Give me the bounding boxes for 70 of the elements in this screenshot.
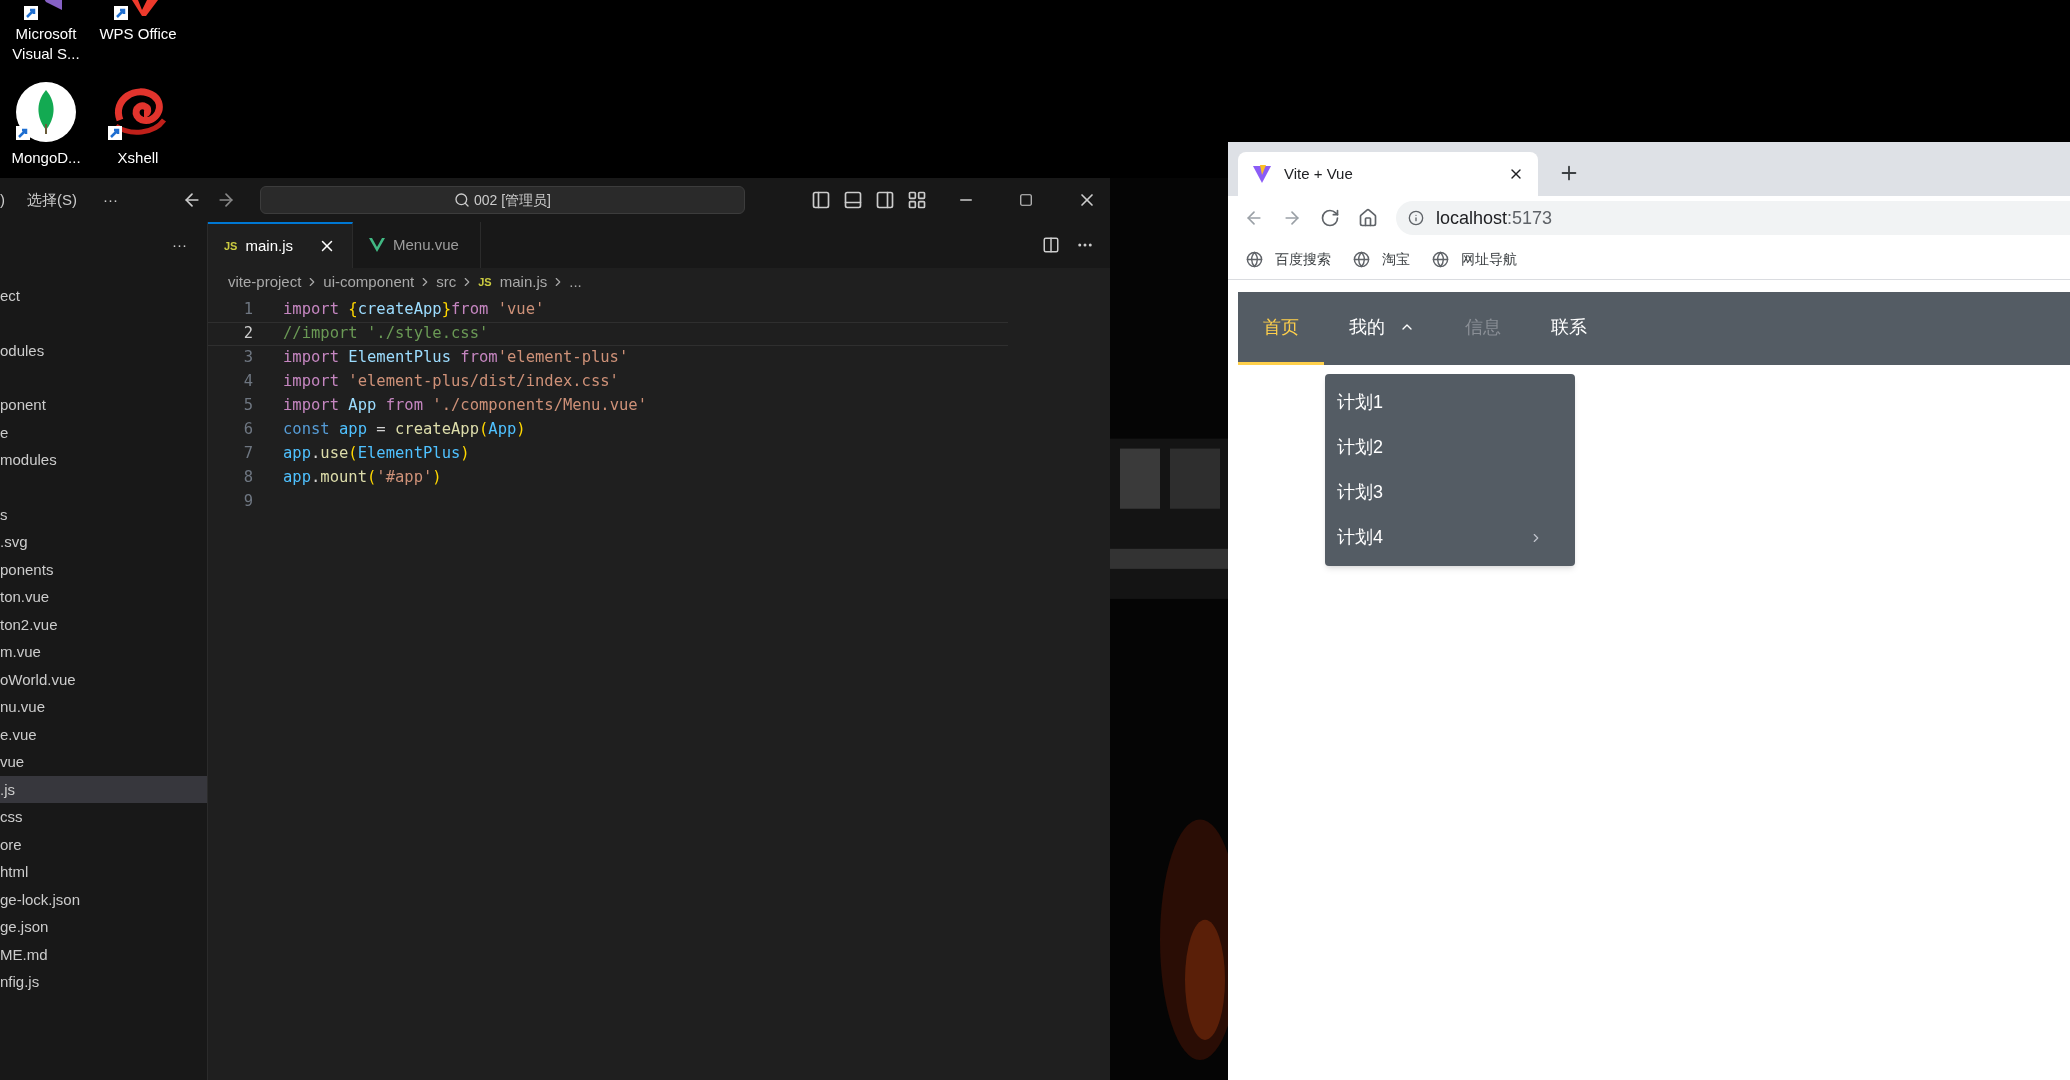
desktop-icon-label[interactable]: Microsoft Visual S... <box>2 24 90 64</box>
breadcrumb-item[interactable]: main.js <box>499 270 548 294</box>
desktop-icon-label[interactable]: Xshell <box>117 148 159 168</box>
line-number: 1 <box>242 299 253 321</box>
desktop-icon-label[interactable]: WPS Office <box>99 24 177 44</box>
file-tree-item[interactable]: oWorld.vue <box>0 665 207 693</box>
dropdown-item[interactable]: 计划1 <box>1325 380 1575 425</box>
js-file-icon: JS <box>224 237 238 255</box>
line-number: 7 <box>242 443 253 465</box>
line-number: 2 <box>242 323 253 345</box>
file-tree-item[interactable]: m.vue <box>0 638 207 666</box>
code-line: app.mount('#app') <box>283 467 442 489</box>
code-line: //import './style.css' <box>283 323 489 345</box>
editor-tab[interactable]: JS main.js <box>208 222 353 268</box>
browser-tab[interactable]: Vite + Vue <box>1238 152 1538 196</box>
code-line: import App from './components/Menu.vue' <box>283 395 647 417</box>
file-tree-item[interactable]: ect <box>0 282 207 310</box>
file-tree-item[interactable]: css <box>0 803 207 831</box>
breadcrumb-item[interactable]: ... <box>569 270 582 294</box>
file-tree-item[interactable]: vue <box>0 748 207 776</box>
file-tree-item[interactable]: e <box>0 418 207 446</box>
breadcrumb-item[interactable]: ui-component <box>323 270 415 294</box>
file-tree-item[interactable]: ton.vue <box>0 583 207 611</box>
bookmark[interactable]: 网址导航 <box>1432 249 1517 270</box>
file-tree-item[interactable]: .svg <box>0 528 207 556</box>
bookmark[interactable]: 百度搜索 <box>1246 249 1331 270</box>
desktop-icon-label[interactable]: MongoD... <box>11 148 81 168</box>
file-tree-item[interactable]: s <box>0 500 207 528</box>
address-bar[interactable]: localhost:5173 <box>1396 201 2070 235</box>
file-tree-item[interactable]: modules <box>0 446 207 474</box>
line-number: 3 <box>242 347 253 369</box>
bookmark[interactable]: 淘宝 <box>1353 249 1410 270</box>
file-tree-item[interactable]: odules <box>0 336 207 364</box>
line-number: 5 <box>242 395 253 417</box>
file-tree-item[interactable]: ponents <box>0 555 207 583</box>
code-line: app.use(ElementPlus) <box>283 443 470 465</box>
line-number: 6 <box>242 419 253 441</box>
menu-item[interactable]: 选择(S) <box>27 188 77 212</box>
js-file-icon: JS <box>478 273 492 291</box>
menu-item[interactable]: 首页 <box>1238 292 1324 365</box>
file-tree-item[interactable]: ME.md <box>0 940 207 968</box>
line-number: 8 <box>242 467 253 489</box>
code-line: import 'element-plus/dist/index.css' <box>283 371 619 393</box>
file-tree-item[interactable]: html <box>0 858 207 886</box>
file-tree-item[interactable]: ge-lock.json <box>0 885 207 913</box>
code-line: import {createApp}from 'vue' <box>283 299 545 321</box>
file-tree-item[interactable]: ton2.vue <box>0 610 207 638</box>
line-number: 9 <box>242 491 253 513</box>
command-center[interactable]: 002 [管理员] <box>260 186 745 214</box>
editor-tab[interactable]: Menu.vue <box>353 222 481 268</box>
dropdown-item[interactable]: 计划4 <box>1325 515 1575 560</box>
file-tree-item[interactable]: .js <box>0 775 207 803</box>
file-tree-item[interactable]: nfig.js <box>0 968 207 996</box>
code-line: const app = createApp(App) <box>283 419 526 441</box>
file-tree-item[interactable]: ore <box>0 830 207 858</box>
file-tree-item[interactable]: ponent <box>0 391 207 419</box>
dropdown-item[interactable]: 计划2 <box>1325 425 1575 470</box>
menu-item[interactable]: ) <box>0 188 5 212</box>
file-tree-item[interactable]: nu.vue <box>0 693 207 721</box>
menu-item[interactable]: 我的 <box>1324 292 1440 365</box>
more-menu[interactable]: ··· <box>172 233 187 257</box>
menu-item[interactable]: 联系 <box>1526 292 1612 365</box>
line-number: 4 <box>242 371 253 393</box>
breadcrumb-item[interactable]: src <box>436 270 457 294</box>
breadcrumb-item[interactable]: vite-project <box>228 270 302 294</box>
file-tree-item[interactable]: e.vue <box>0 720 207 748</box>
file-tree-item[interactable]: ge.json <box>0 913 207 941</box>
dropdown-item[interactable]: 计划3 <box>1325 470 1575 515</box>
more-menu[interactable]: ··· <box>103 188 118 212</box>
code-line: import ElementPlus from'element-plus' <box>283 347 629 369</box>
